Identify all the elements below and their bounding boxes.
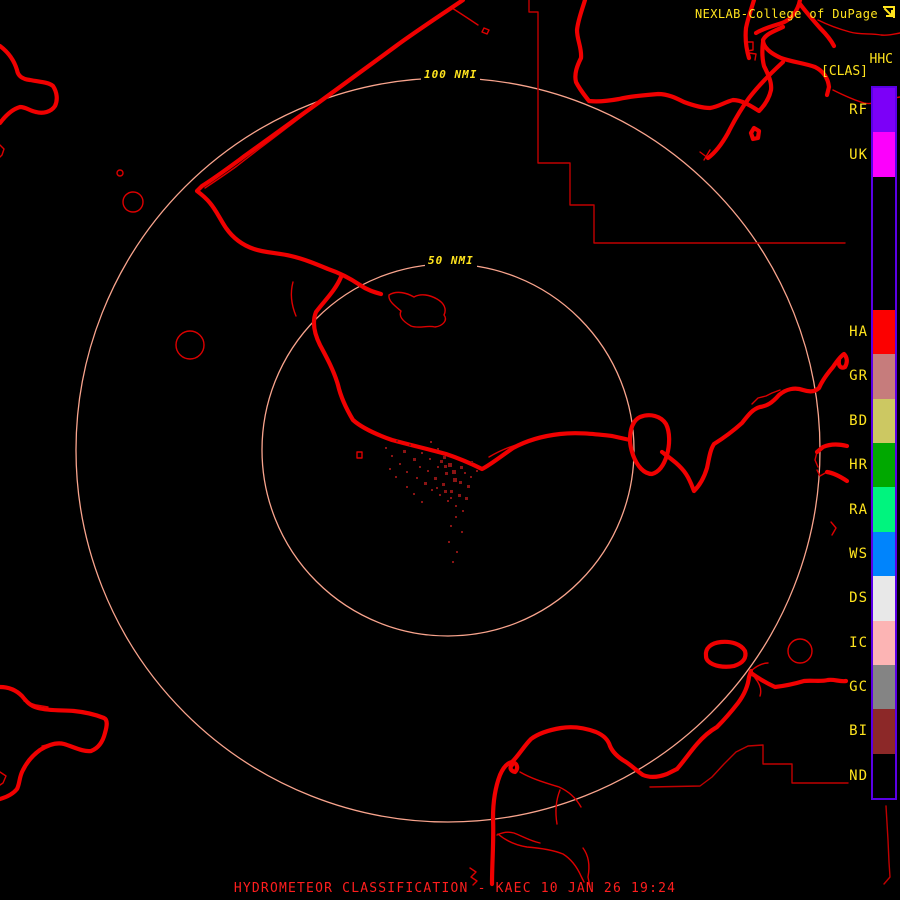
coastline-detail <box>0 8 900 887</box>
legend-swatch-ds <box>873 576 895 621</box>
product-tag-label: [CLAS] <box>821 64 868 79</box>
legend-swatch-ha <box>873 309 895 355</box>
legend-swatch-nd <box>873 753 895 798</box>
ring-label-100nmi: 100 NMI <box>421 68 481 82</box>
product-code-label: HHC <box>869 52 893 67</box>
range-ring-50nmi <box>262 264 634 636</box>
legend-swatch-ic <box>873 620 895 665</box>
radar-display: 100 NMI 50 NMI NEXLAB-College of DuPage … <box>0 0 900 900</box>
radar-map <box>0 0 900 900</box>
header-source: NEXLAB-College of DuPage <box>695 7 878 21</box>
corner-arrow-icon <box>883 6 895 18</box>
ring-label-50nmi: 50 NMI <box>425 254 477 268</box>
legend-swatch-gr <box>873 354 895 399</box>
zone-boundaries <box>529 0 890 884</box>
legend-swatch-hr <box>873 443 895 488</box>
legend-swatch-ra <box>873 487 895 532</box>
legend-swatch-ws <box>873 531 895 577</box>
legend-swatch-rf <box>873 88 895 133</box>
footer-title: HYDROMETEOR CLASSIFICATION - KAEC 10 JAN… <box>233 881 677 896</box>
legend-swatch-bd <box>873 398 895 443</box>
legend-bar <box>871 86 897 800</box>
legend-bar-blocks <box>873 88 895 798</box>
coastline <box>0 0 847 884</box>
range-ring-100nmi <box>76 78 820 822</box>
terrain-speckles <box>385 440 478 563</box>
legend-swatch-bi <box>873 709 895 754</box>
legend-swatch-gc <box>873 664 895 710</box>
legend-swatch-gap <box>873 176 895 310</box>
range-rings <box>76 78 820 822</box>
legend-swatch-uk <box>873 132 895 177</box>
